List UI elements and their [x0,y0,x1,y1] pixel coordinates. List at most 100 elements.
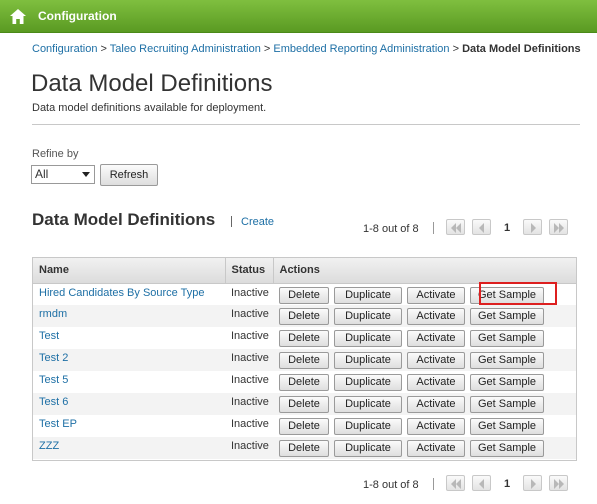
cell-status: Inactive [231,374,269,386]
activate-button[interactable]: Activate [407,352,465,369]
cell-status: Inactive [231,418,269,430]
pager-count: 1-8 out of 8 [363,223,419,235]
activate-button[interactable]: Activate [407,374,465,391]
cell-actions: Delete Duplicate Activate Get Sample [273,415,576,437]
current-page-number: 1 [504,222,511,234]
column-header-status[interactable]: Status [225,258,274,284]
duplicate-button[interactable]: Duplicate [334,418,402,435]
duplicate-button[interactable]: Duplicate [334,374,402,391]
breadcrumb-configuration[interactable]: Configuration [32,43,97,55]
get-sample-button[interactable]: Get Sample [470,396,544,413]
activate-button[interactable]: Activate [407,286,465,304]
table-row: Test 6 Inactive Delete Duplicate Activate Get… [33,393,576,415]
table-row: Test 2 Inactive Delete Duplicate Activate Get… [33,349,576,371]
activate-button[interactable]: Activate [407,330,465,347]
pager-count: 1-8 out of 8 [363,479,419,491]
table-row: Test EP Inactive Delete Duplicate Activate Ge… [33,415,576,437]
activate-button[interactable]: Activate [407,418,465,435]
header-title: Configuration [38,9,117,23]
refine-by-select[interactable]: All [31,165,95,184]
column-header-name[interactable]: Name [33,258,226,284]
cell-status: Inactive [231,308,269,320]
section-title: Data Model Definitions [32,210,216,229]
previous-page-icon[interactable] [472,475,491,491]
duplicate-button[interactable]: Duplicate [334,396,402,413]
cell-status: Inactive [231,286,269,299]
cell-actions: Delete Duplicate Activate Get Sample [273,305,576,327]
activate-button[interactable]: Activate [407,396,465,413]
breadcrumb-separator: > [100,43,107,55]
next-page-icon[interactable] [523,475,542,491]
duplicate-button[interactable]: Duplicate [334,308,402,325]
cell-name: Test [33,327,225,349]
duplicate-button[interactable]: Duplicate [334,330,402,347]
get-sample-button[interactable]: Get Sample [470,440,544,457]
table-row: rmdm Inactive Delete Duplicate Activate Get S… [33,305,576,327]
cell-actions: Delete Duplicate Activate Get Sample [273,327,576,349]
cell-status: Inactive [231,440,269,452]
data-model-name-link[interactable]: Hired Candidates By Source Type [39,287,205,299]
table-row: Test Inactive Delete Duplicate Activate Get S… [33,327,576,349]
data-model-name-link[interactable]: rmdm [39,308,67,320]
delete-button[interactable]: Delete [279,352,329,369]
data-model-name-link[interactable]: Test EP [39,418,77,430]
cell-name: rmdm [33,305,225,327]
get-sample-button[interactable]: Get Sample [470,330,544,347]
breadcrumb-embedded-reporting[interactable]: Embedded Reporting Administration [273,43,449,55]
delete-button[interactable]: Delete [279,330,329,347]
activate-button[interactable]: Activate [407,308,465,325]
cell-name: Test 5 [33,371,225,393]
cell-actions: Delete Duplicate Activate Get Sample [273,393,576,415]
data-model-name-link[interactable]: Test [39,330,59,342]
table-row: Test 5 Inactive Delete Duplicate Activate Get… [33,371,576,393]
duplicate-button[interactable]: Duplicate [334,352,402,369]
breadcrumb-separator: > [263,43,271,55]
create-link[interactable]: Create [241,216,274,228]
section-divider [231,216,232,227]
page-title: Data Model Definitions [31,70,273,97]
delete-button[interactable]: Delete [279,308,329,325]
get-sample-button[interactable]: Get Sample [470,418,544,435]
refresh-button[interactable]: Refresh [100,164,158,186]
breadcrumb-taleo-recruiting[interactable]: Taleo Recruiting Administration [110,43,261,55]
cell-actions: Delete Duplicate Activate Get Sample [273,437,576,459]
refine-by-value: All [35,167,49,181]
duplicate-button[interactable]: Duplicate [334,440,402,457]
cell-name: ZZZ [33,437,225,459]
last-page-icon[interactable] [549,219,568,235]
cell-name: Test 6 [33,393,225,415]
activate-button[interactable]: Activate [407,440,465,457]
table-header-row: Name Status Actions [33,258,576,284]
breadcrumb-separator: > [452,43,459,55]
cell-status: Inactive [231,352,269,364]
data-model-name-link[interactable]: ZZZ [39,440,59,452]
breadcrumb: Configuration > Taleo Recruiting Adminis… [32,43,581,55]
get-sample-button[interactable]: Get Sample [470,352,544,369]
delete-button[interactable]: Delete [279,418,329,435]
delete-button[interactable]: Delete [279,440,329,457]
cell-name: Test EP [33,415,225,437]
get-sample-button[interactable]: Get Sample [470,374,544,391]
delete-button[interactable]: Delete [279,374,329,391]
refine-by-label: Refine by [32,148,79,160]
data-model-name-link[interactable]: Test 5 [39,374,68,386]
pager-divider [433,222,434,234]
duplicate-button[interactable]: Duplicate [334,286,402,304]
home-icon[interactable] [10,9,26,24]
previous-page-icon[interactable] [472,219,491,235]
next-page-icon[interactable] [523,219,542,235]
divider [32,124,580,125]
data-model-name-link[interactable]: Test 2 [39,352,68,364]
cell-name: Test 2 [33,349,225,371]
first-page-icon[interactable] [446,475,465,491]
delete-button[interactable]: Delete [279,286,329,304]
last-page-icon[interactable] [549,475,568,491]
delete-button[interactable]: Delete [279,396,329,413]
data-model-name-link[interactable]: Test 6 [39,396,68,408]
first-page-icon[interactable] [446,219,465,235]
pager-top: 1-8 out of 8 1 [363,219,573,237]
page-description: Data model definitions available for dep… [32,102,267,114]
get-sample-button[interactable]: Get Sample [470,308,544,325]
cell-actions: Delete Duplicate Activate Get Sample [273,371,576,393]
table-row: ZZZ Inactive Delete Duplicate Activate Get Sa… [33,437,576,459]
